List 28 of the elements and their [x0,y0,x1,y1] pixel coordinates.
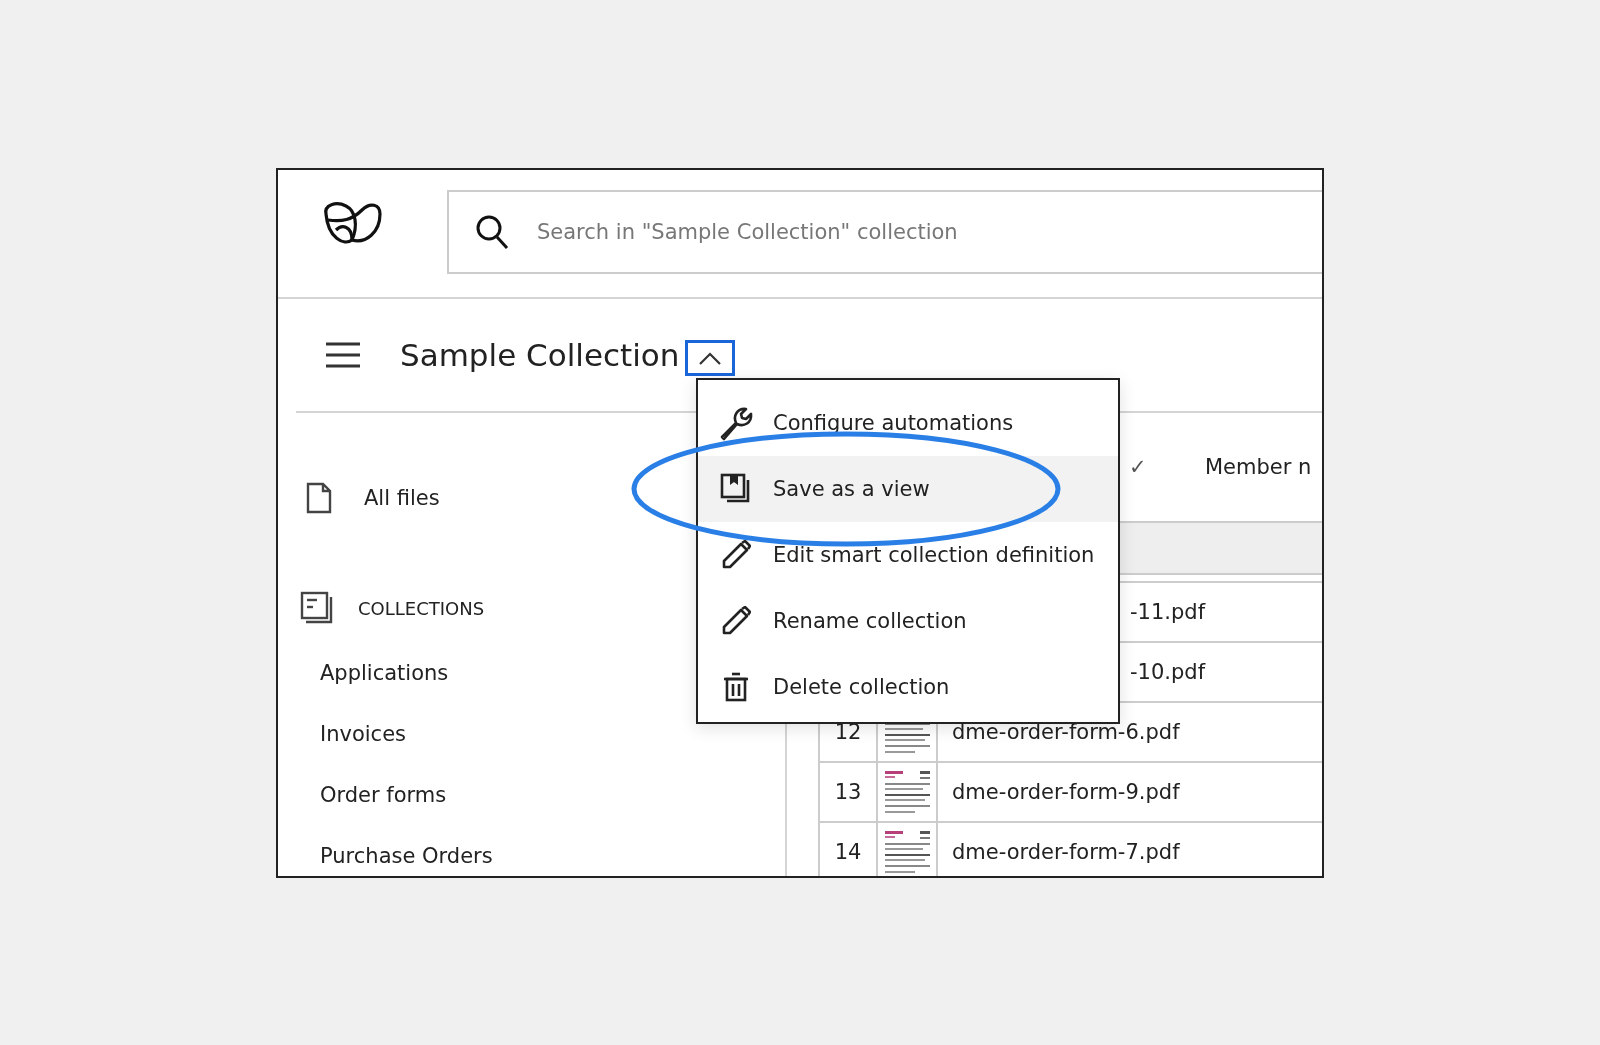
column-header[interactable]: ✓ [1129,455,1205,479]
sidebar-item[interactable]: Invoices [320,721,407,746]
sidebar-item[interactable]: Purchase Orders [320,843,493,868]
search-icon [475,213,509,250]
pencil-icon [720,540,751,570]
sidebar-item[interactable]: All files [364,486,440,510]
menu-item[interactable]: Configure automations [698,390,1118,456]
row-number: 14 [818,823,876,876]
document-thumbnail [884,831,930,873]
document-thumbnail [884,771,930,813]
collection-title: Sample Collection [400,337,680,373]
sidebar-item[interactable]: Applications [320,660,449,685]
chevron-icon [699,351,722,365]
collapse-button[interactable] [685,340,736,376]
menu-item[interactable]: Save as a view [698,456,1118,522]
sidebar-item[interactable]: Order forms [320,782,447,807]
trash-icon [722,672,749,702]
menu-icon[interactable] [326,342,360,368]
search-field[interactable]: Search in "Sample Collection" collection [447,189,1322,274]
section-heading: COLLECTIONS [358,597,485,619]
collection-icon [300,591,334,625]
row-number: 13 [818,763,876,821]
pencil-icon [720,606,751,636]
file-name[interactable]: dme-order-form-9.pdf [936,763,1322,821]
file-name[interactable]: dme-order-form-7.pdf [936,823,1322,876]
file-icon [306,482,332,514]
save-view-icon [719,473,752,505]
column-header[interactable]: Member n [1205,455,1312,479]
